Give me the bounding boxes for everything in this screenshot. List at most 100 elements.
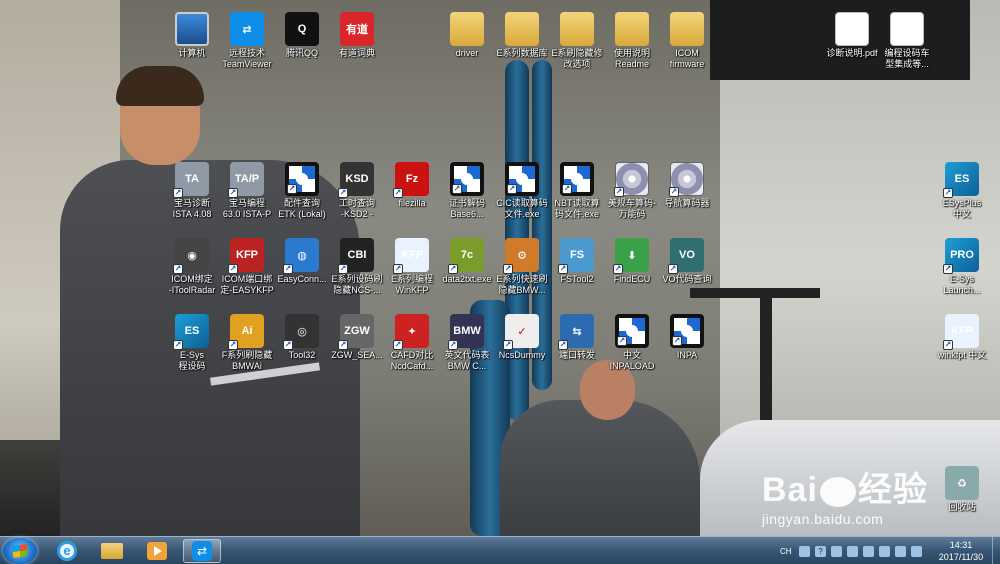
taskbar-explorer-button[interactable] bbox=[93, 539, 131, 563]
shortcut-arrow-icon: ↗ bbox=[558, 264, 568, 274]
icom-radar-icon: ◉ ↗ bbox=[173, 238, 209, 274]
shortcut-arrow-icon: ↗ bbox=[283, 340, 293, 350]
taskbar-media-player-button[interactable] bbox=[138, 539, 176, 563]
ncs-icon: CBI ↗ bbox=[338, 238, 374, 274]
folder-icon bbox=[670, 12, 704, 46]
desktop-icon-label: 编程设码车 型集成等... bbox=[884, 48, 930, 69]
book-icon: BMW ↗ bbox=[448, 314, 484, 350]
desktop-icon-label: ICOM firmware bbox=[669, 48, 705, 69]
bmw-icon: ↗ bbox=[285, 162, 319, 196]
tool-icon: ⚙ ↗ bbox=[503, 238, 539, 274]
desktop-icon-youdao[interactable]: 有道 有道词典 bbox=[325, 12, 389, 59]
esys-icon: ES ↗ bbox=[943, 162, 979, 198]
desktop-icon-icom-fw[interactable]: ICOM firmware bbox=[655, 12, 719, 70]
shortcut-arrow-icon: ↗ bbox=[503, 340, 513, 350]
desktop-icon-winkfpt[interactable]: KFP ↗ winkfpt 中文 bbox=[930, 314, 994, 361]
easykfp-icon: KFP ↗ bbox=[228, 238, 264, 274]
desktop-icon-label: ESysPlus 中文 bbox=[942, 198, 982, 219]
clock-time: 14:31 bbox=[949, 540, 973, 550]
bmw-icon: ↗ bbox=[670, 314, 704, 348]
desktop-icon-vo[interactable]: VO ↗ VO代码查询 bbox=[655, 238, 719, 285]
system-tray: CH ? bbox=[780, 540, 922, 562]
shortcut-arrow-icon: ↗ bbox=[228, 188, 238, 198]
shortcut-arrow-icon: ↗ bbox=[669, 187, 679, 197]
desktop-icon-label: winkfpt 中文 bbox=[937, 350, 987, 360]
input-language-indicator[interactable]: CH bbox=[780, 547, 794, 556]
desktop-icon-prog-pdf[interactable]: PDF 编程设码车 型集成等... bbox=[875, 12, 939, 70]
zgw-icon: ZGW ↗ bbox=[338, 314, 374, 350]
desktop-icon-esysplus[interactable]: ES ↗ ESysPlus 中文 bbox=[930, 162, 994, 220]
taskbar-ie-button[interactable]: e bbox=[48, 539, 86, 563]
folder-icon bbox=[505, 12, 539, 46]
shortcut-arrow-icon: ↗ bbox=[173, 340, 183, 350]
filezilla-icon: Fz ↗ bbox=[393, 162, 429, 198]
esys-pro-icon: PRO ↗ bbox=[943, 238, 979, 274]
volume-icon[interactable] bbox=[911, 545, 922, 557]
battery-icon[interactable] bbox=[879, 545, 890, 557]
network-icon[interactable] bbox=[895, 545, 906, 557]
clock-date: 2017/11/30 bbox=[938, 552, 984, 562]
wallpaper-mechanic bbox=[60, 66, 380, 536]
easyconn-icon: ◍ ↗ bbox=[283, 238, 319, 274]
shortcut-arrow-icon: ↗ bbox=[173, 188, 183, 198]
desktop-icon-label: VO代码查询 bbox=[662, 274, 712, 284]
desktop-icon-esys-launch[interactable]: PRO ↗ E-Sys Launch... bbox=[930, 238, 994, 296]
kfp-icon: KFP ↗ bbox=[393, 238, 429, 274]
help-icon[interactable]: ? bbox=[815, 545, 826, 557]
folder-icon bbox=[450, 12, 484, 46]
system-clock[interactable]: 14:31 2017/11/30 bbox=[930, 539, 992, 563]
bmw-icon: ↗ bbox=[505, 162, 539, 196]
start-button[interactable] bbox=[3, 538, 37, 564]
shortcut-arrow-icon: ↗ bbox=[668, 264, 678, 274]
teamviewer-icon: ⇄ bbox=[230, 12, 264, 46]
shortcut-arrow-icon: ↗ bbox=[393, 340, 403, 350]
wallpaper-lamp-arm bbox=[690, 288, 820, 298]
desktop-icon-label: E-Sys Launch... bbox=[943, 274, 981, 295]
kfp-icon: KFP ↗ bbox=[943, 314, 979, 350]
ista-icon: TA ↗ bbox=[173, 162, 209, 198]
shortcut-arrow-icon: ↗ bbox=[173, 264, 183, 274]
shortcut-arrow-icon: ↗ bbox=[393, 188, 403, 198]
folder-icon bbox=[615, 12, 649, 46]
vo-icon: VO ↗ bbox=[668, 238, 704, 274]
watermark-logo-text-cn: 经验 bbox=[857, 471, 928, 509]
shortcut-arrow-icon: ↗ bbox=[614, 187, 624, 197]
watermark-url: jingyan.baidu.com bbox=[762, 511, 884, 527]
qq-icon: Q bbox=[285, 12, 319, 46]
desktop-icon-navi[interactable]: ↗ 导航算码器 bbox=[655, 162, 719, 209]
watermark-logo: Bai 经验 bbox=[762, 462, 992, 511]
desktop-icon-label: 导航算码器 bbox=[664, 198, 710, 208]
keyboard-icon[interactable] bbox=[799, 545, 810, 557]
findecu-icon: ⬇ ↗ bbox=[613, 238, 649, 274]
shortcut-arrow-icon: ↗ bbox=[943, 188, 953, 198]
shortcut-arrow-icon: ↗ bbox=[338, 188, 348, 198]
desktop-icon-inpa[interactable]: ↗ INPA bbox=[655, 314, 719, 361]
baidu-watermark: Bai 经验 jingyan.baidu.com bbox=[762, 462, 992, 534]
taskbar-teamviewer-button[interactable]: ⇄ bbox=[183, 539, 221, 563]
show-desktop-button[interactable] bbox=[992, 537, 1000, 564]
clipboard-icon[interactable] bbox=[847, 545, 858, 557]
shortcut-arrow-icon: ↗ bbox=[283, 264, 293, 274]
fstool-icon: FS ↗ bbox=[558, 238, 594, 274]
teamviewer-icon: ⇄ bbox=[192, 541, 212, 561]
folder-icon bbox=[560, 12, 594, 46]
security-icon[interactable] bbox=[831, 545, 842, 557]
desktop-icon-label: INPA bbox=[676, 350, 698, 360]
network-icon: ⇆ ↗ bbox=[558, 314, 594, 350]
shortcut-arrow-icon: ↗ bbox=[287, 184, 297, 194]
dvd-icon: ↗ bbox=[614, 162, 649, 197]
shortcut-arrow-icon: ↗ bbox=[452, 184, 462, 194]
bluetooth-icon[interactable] bbox=[863, 545, 874, 557]
shortcut-arrow-icon: ↗ bbox=[943, 264, 953, 274]
shortcut-arrow-icon: ↗ bbox=[228, 264, 238, 274]
pdf-icon: PDF bbox=[835, 12, 869, 46]
ista-p-icon: TA/P ↗ bbox=[228, 162, 264, 198]
shortcut-arrow-icon: ↗ bbox=[562, 184, 572, 194]
youdao-icon: 有道 bbox=[340, 12, 374, 46]
watermark-logo-text: Bai bbox=[762, 471, 818, 509]
media-player-icon bbox=[147, 542, 167, 560]
bmw-icon: ↗ bbox=[560, 162, 594, 196]
shortcut-arrow-icon: ↗ bbox=[943, 340, 953, 350]
explorer-icon bbox=[101, 543, 123, 559]
ie-icon: e bbox=[57, 541, 77, 561]
